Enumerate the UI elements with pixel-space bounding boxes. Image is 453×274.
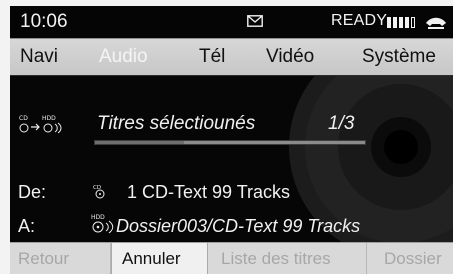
softkey-bar: Retour Annuler Liste des titres Dossier <box>10 242 453 274</box>
menu-item-audio[interactable]: Audio <box>99 46 148 68</box>
ready-status: READY <box>331 12 388 29</box>
menu-item-systeme[interactable]: Système <box>362 46 436 68</box>
selected-titles-label: Titres sélectiounés <box>97 113 256 134</box>
back-button[interactable]: Retour <box>18 243 69 274</box>
svg-text:HDD: HDD <box>42 115 56 122</box>
softkey-divider <box>366 243 367 274</box>
status-time: 10:06 <box>20 11 68 32</box>
selected-titles-count: 1/3 <box>328 113 355 134</box>
copy-progress-fill <box>95 141 185 144</box>
phone-icon <box>426 17 446 29</box>
cd-icon: CD <box>93 185 105 199</box>
menu-item-navi[interactable]: Navi <box>20 46 58 68</box>
cd-to-hdd-transfer-icon: CD HDD <box>19 115 62 134</box>
main-menu-bar: Navi Audio Tél Vidéo Système <box>10 38 453 76</box>
source-label: De: <box>18 182 47 202</box>
copy-progress-panel: CD HDD Titres sélectiounés 1/3 De: CD 1 … <box>10 76 453 242</box>
svg-text:CD: CD <box>19 115 28 122</box>
destination-path: Dossier003/CD-Text 99 Tracks <box>116 216 361 236</box>
audio-copy-screen: 10:06 READY Navi Audio Tél Vidéo Système <box>0 0 453 274</box>
destination-label: A: <box>18 216 36 236</box>
signal-strength-icon <box>387 17 417 28</box>
cancel-button[interactable]: Annuler <box>111 243 208 274</box>
menu-item-video[interactable]: Vidéo <box>266 46 314 68</box>
menu-item-tel[interactable]: Tél <box>199 46 225 68</box>
copy-progress-bar <box>94 140 366 145</box>
status-bar: 10:06 READY <box>10 6 453 38</box>
source-name: 1 CD-Text 99 Tracks <box>127 182 291 202</box>
svg-text:HDD: HDD <box>91 214 105 221</box>
folder-button[interactable]: Dossier <box>384 243 442 274</box>
mail-icon <box>247 15 263 27</box>
hdd-icon: HDD <box>91 214 114 234</box>
track-list-button[interactable]: Liste des titres <box>221 243 331 274</box>
